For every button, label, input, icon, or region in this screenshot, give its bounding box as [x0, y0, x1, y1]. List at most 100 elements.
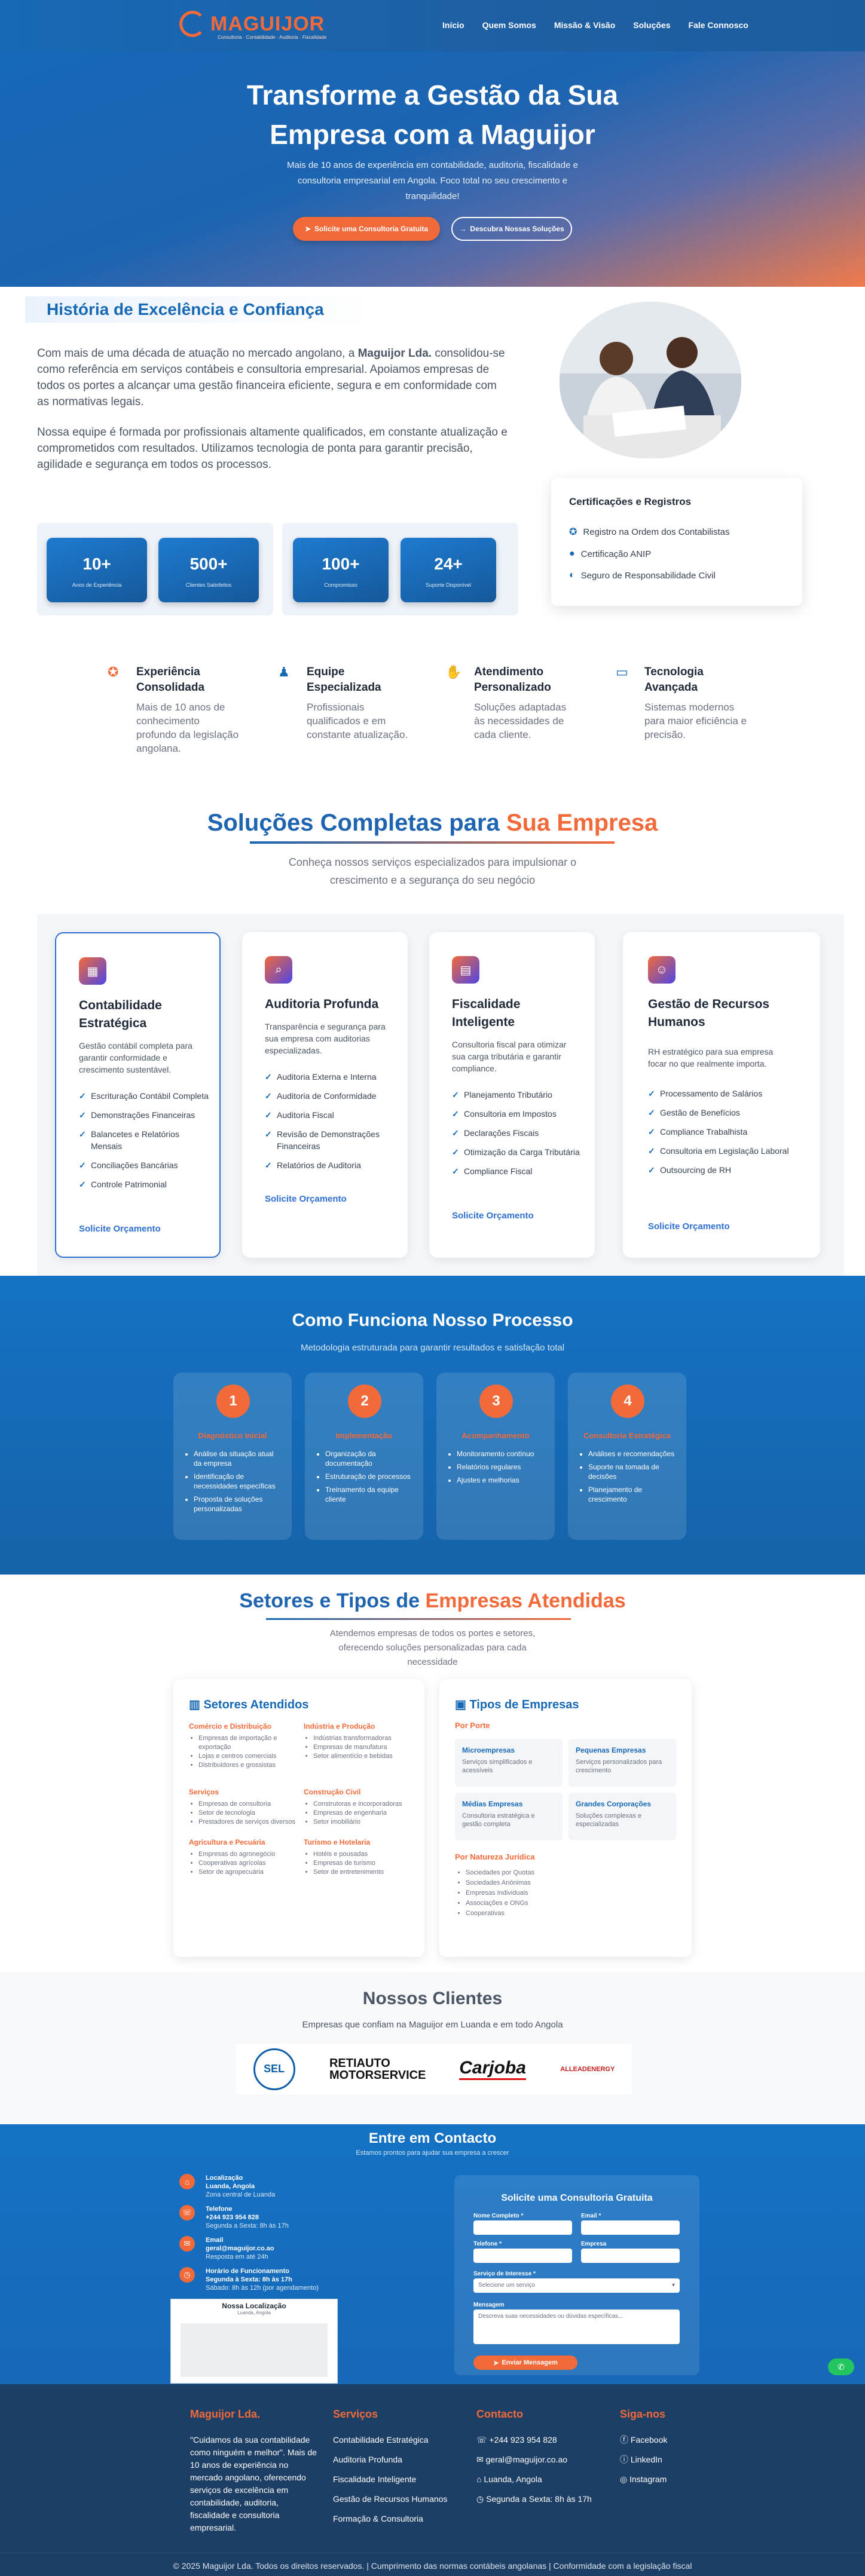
cta-solucoes-button[interactable]: → Descubra Nossas Soluções: [451, 217, 572, 241]
step-title: Implementação: [335, 1431, 393, 1440]
card-desc: Consultoria fiscal para otimizar sua car…: [452, 1040, 567, 1073]
facebook-link[interactable]: ⓕ Facebook: [620, 2434, 710, 2446]
sector-item: Setor imobiliário: [313, 1818, 411, 1827]
contact-label: Horário de Funcionamento: [206, 2268, 289, 2275]
cta-primary-label: Solicite uma Consultoria Gratuita: [314, 225, 429, 233]
check-circle-icon: ●: [569, 549, 575, 559]
quote-link[interactable]: Solicite Orçamento: [648, 1221, 730, 1232]
brand-logo[interactable]: MAGUIJOR Consultoria · Contabilidade · A…: [179, 11, 326, 40]
clock-icon: ◷: [476, 2494, 487, 2504]
company-input[interactable]: [581, 2249, 680, 2263]
top-navbar: MAGUIJOR Consultoria · Contabilidade · A…: [0, 0, 865, 51]
company-types-panel: ▣ Tipos de Empresas Por Porte Microempre…: [439, 1679, 692, 1957]
solution-card-auditoria[interactable]: ⌕ Auditoria Profunda Transparência e seg…: [242, 932, 408, 1258]
whatsapp-icon: ✆: [838, 2361, 845, 2372]
instagram-link[interactable]: ◎ Instagram: [620, 2473, 710, 2486]
step-title: Consultoria Estratégica: [583, 1431, 671, 1440]
sector-group: Indústria e Produção Indústrias transform…: [304, 1722, 411, 1761]
cert-label: Registro na Ordem dos Contabilistas: [583, 526, 730, 537]
logo-icon: [179, 11, 206, 37]
email-input[interactable]: [581, 2220, 680, 2235]
sectors-panel: ▥ Setores Atendidos Comércio e Distribui…: [173, 1679, 424, 1957]
nav-link-solucoes[interactable]: Soluções: [633, 20, 670, 30]
step-item: Suporte na tomada de decisões: [588, 1462, 678, 1481]
rocket-icon: ➤: [304, 225, 311, 233]
size-box: Microempresas Serviços simplificados e ac…: [455, 1739, 563, 1787]
process-step-3: 3 Acompanhamento Monitoramento contínuo R…: [436, 1373, 555, 1540]
size-box: Grandes Corporações Soluções complexas e …: [568, 1793, 676, 1840]
location-icon: ⌂: [179, 2174, 195, 2189]
footer-phone[interactable]: ☏ +244 923 954 828: [476, 2434, 596, 2446]
company-types-label: Tipos de Empresas: [469, 1698, 579, 1711]
contact-phone[interactable]: ☏ Telefone +244 923 954 828 Segunda a Sexta…: [179, 2205, 329, 2230]
quote-link[interactable]: Solicite Orçamento: [452, 1211, 534, 1221]
client-logos: SEL RETIAUTO MOTORSERVICE Carjoba ALLEAD…: [236, 2044, 632, 2094]
brand-name: MAGUIJOR: [210, 12, 325, 35]
solution-card-contabilidade[interactable]: ▦ Contabilidade Estratégica Gestão contá…: [55, 932, 221, 1258]
submit-button[interactable]: ➤ Enviar Mensagem: [473, 2356, 577, 2370]
card-list-item: Processamento de Salários: [648, 1088, 803, 1099]
sector-group-title: Indústria e Produção: [304, 1722, 375, 1730]
contact-note: Resposta em até 24h: [206, 2253, 268, 2260]
stat-value: 100+: [322, 555, 360, 573]
footer-service-link[interactable]: Auditoria Profunda: [333, 2454, 453, 2466]
service-select[interactable]: Selecione um serviço ▾: [473, 2278, 680, 2293]
nav-link-quem-somos[interactable]: Quem Somos: [482, 20, 536, 30]
nav-link-missao[interactable]: Missão & Visão: [554, 20, 615, 30]
footer-service-link[interactable]: Gestão de Recursos Humanos: [333, 2493, 453, 2505]
sectors-underline: [266, 1618, 571, 1620]
quote-link[interactable]: Solicite Orçamento: [79, 1224, 161, 1234]
footer-service-link[interactable]: Fiscalidade Inteligente: [333, 2473, 453, 2486]
consultation-form: Solicite uma Consultoria Gratuita Nome C…: [454, 2175, 699, 2375]
footer-hours-value: Segunda a Sexta: 8h às 17h: [486, 2494, 592, 2504]
card-list-item: Auditoria Externa e Interna: [265, 1071, 396, 1083]
step-item: Monitoramento contínuo: [457, 1449, 546, 1459]
footer-social: Siga-nos ⓕ Facebook ⓘ LinkedIn ◎ Instagr…: [620, 2408, 710, 2493]
phone-label: Telefone *: [473, 2241, 502, 2247]
sector-group-title: Turismo e Hotelaria: [304, 1838, 371, 1846]
solution-card-fiscalidade[interactable]: ▤ Fiscalidade Inteligente Consultoria fi…: [429, 932, 595, 1258]
contact-value: Luanda, Angola: [206, 2183, 255, 2190]
team-photo: [560, 302, 741, 458]
cta-consultoria-button[interactable]: ➤ Solicite uma Consultoria Gratuita: [293, 217, 440, 241]
name-input[interactable]: [473, 2220, 572, 2235]
hero-title-line2: Empresa com a Maguijor: [270, 119, 595, 150]
phone-input[interactable]: [473, 2249, 572, 2263]
sector-item: Distribuidores e grossistas: [198, 1761, 297, 1770]
step-number: 4: [611, 1385, 644, 1418]
whatsapp-button[interactable]: ✆: [828, 2358, 854, 2375]
search-icon: ⌕: [265, 956, 292, 984]
feature-technology: ▭ Tecnologia Avançada Sistemas modernos pa…: [616, 664, 747, 742]
sector-group: Turismo e Hotelaria Hotéis e pousadasEmpr…: [304, 1838, 411, 1877]
legal-item: Sociedades por Quotas: [466, 1868, 534, 1878]
card-list-item: Relatórios de Auditoria: [265, 1159, 396, 1171]
contact-email[interactable]: ✉ Email geral@maguijor.co.ao Resposta em at…: [179, 2236, 329, 2261]
sector-item: Lojas e centros comerciais: [198, 1752, 297, 1761]
solutions-underline: [250, 841, 615, 844]
nav-link-inicio[interactable]: Início: [442, 20, 464, 30]
linkedin-link[interactable]: ⓘ LinkedIn: [620, 2454, 710, 2466]
building-icon: ▣: [455, 1698, 470, 1711]
document-icon: ▤: [452, 956, 479, 984]
solution-card-rh[interactable]: ☺ Gestão de Recursos Humanos RH estratég…: [623, 932, 820, 1258]
step-item: Treinamento da equipe cliente: [325, 1485, 415, 1504]
instagram-icon: ◎: [620, 2474, 630, 2484]
size-text: Consultoria estratégica e gestão complet…: [462, 1812, 535, 1828]
sector-group-title: Serviços: [189, 1788, 219, 1796]
footer-about: Maguijor Lda. "Cuidamos da sua contabili…: [190, 2408, 319, 2541]
location-map[interactable]: Nossa Localização Luanda, Angola: [170, 2299, 338, 2384]
quote-link[interactable]: Solicite Orçamento: [265, 1194, 347, 1204]
sectors-title-b: Empresas Atendidas: [425, 1589, 626, 1612]
footer-email[interactable]: ✉ geral@maguijor.co.ao: [476, 2454, 596, 2466]
footer-service-link[interactable]: Formação & Consultoria: [333, 2513, 453, 2525]
size-title: Grandes Corporações: [576, 1800, 652, 1808]
send-icon: ➤: [493, 2359, 499, 2367]
nav-link-contacto[interactable]: Fale Connosco: [689, 20, 748, 30]
sector-group: Agricultura e Pecuária Empresas do agrone…: [189, 1838, 297, 1877]
card-list-item: Otimização da Carga Tributária: [452, 1146, 583, 1158]
certifications-card: Certificações e Registros ✪ Registro na O…: [551, 478, 802, 606]
message-textarea[interactable]: Descreva suas necessidades ou dúvidas es…: [473, 2309, 680, 2344]
sector-item: Empresas de turismo: [313, 1859, 411, 1868]
footer-service-link[interactable]: Contabilidade Estratégica: [333, 2434, 453, 2446]
award-icon: ✪: [108, 664, 119, 679]
